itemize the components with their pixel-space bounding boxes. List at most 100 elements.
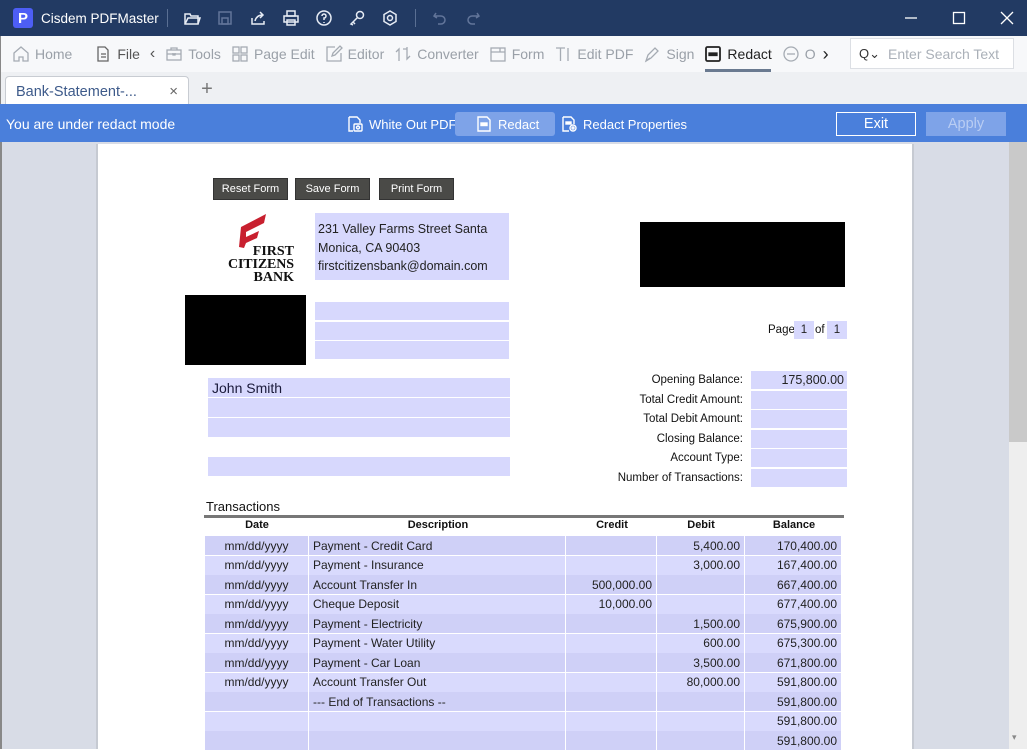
open-folder-icon[interactable] — [176, 0, 209, 36]
close-window-button[interactable] — [984, 0, 1027, 36]
credit-cell[interactable] — [567, 692, 657, 711]
credit-cell[interactable] — [567, 614, 657, 633]
share-icon[interactable] — [242, 0, 275, 36]
date-cell[interactable]: mm/dd/yyyy — [205, 536, 309, 555]
apply-button[interactable]: Apply — [926, 112, 1006, 136]
description-cell[interactable]: Payment - Water Utility — [310, 633, 566, 653]
credit-cell[interactable] — [567, 633, 657, 653]
reset-form-button[interactable]: Reset Form — [213, 178, 288, 200]
page-total-field[interactable]: 1 — [827, 321, 847, 339]
debit-cell[interactable]: 1,500.00 — [657, 614, 745, 633]
description-cell[interactable]: Payment - Electricity — [310, 614, 566, 633]
balance-cell[interactable]: 591,800.00 — [746, 711, 842, 731]
balance-cell[interactable]: 167,400.00 — [746, 555, 842, 575]
credit-cell[interactable] — [567, 555, 657, 575]
description-cell[interactable]: Account Transfer Out — [310, 672, 566, 692]
redact-button[interactable]: Redact — [455, 112, 555, 136]
description-cell[interactable]: Payment - Car Loan — [310, 653, 566, 672]
form-field[interactable] — [315, 302, 509, 320]
toolbar-page-edit[interactable]: Page Edit — [226, 36, 320, 72]
credit-cell[interactable] — [567, 672, 657, 692]
toolbar-sign[interactable]: Sign — [638, 36, 699, 72]
debit-cell[interactable] — [657, 692, 745, 711]
date-cell[interactable] — [205, 711, 309, 731]
print-form-button[interactable]: Print Form — [379, 178, 454, 200]
debit-cell[interactable]: 80,000.00 — [657, 672, 745, 692]
toolbar-redact[interactable]: Redact — [699, 36, 776, 72]
scroll-down-icon[interactable]: ▾ — [1012, 732, 1017, 743]
toolbar-ocr[interactable]: O — [777, 36, 821, 72]
description-cell[interactable]: --- End of Transactions -- — [310, 692, 566, 711]
balance-cell[interactable]: 671,800.00 — [746, 653, 842, 672]
redaction-block[interactable] — [185, 295, 306, 365]
debit-cell[interactable]: 600.00 — [657, 633, 745, 653]
date-cell[interactable]: mm/dd/yyyy — [205, 653, 309, 672]
balance-cell[interactable]: 667,400.00 — [746, 575, 842, 594]
description-cell[interactable]: Cheque Deposit — [310, 594, 566, 614]
redo-icon[interactable] — [457, 0, 490, 36]
summary-value-field[interactable] — [751, 468, 847, 487]
scrollbar-thumb[interactable] — [1009, 142, 1027, 442]
debit-cell[interactable]: 5,400.00 — [657, 536, 745, 555]
new-tab-button[interactable]: + — [197, 78, 217, 101]
description-cell[interactable]: Account Transfer In — [310, 575, 566, 594]
customer-address-field[interactable] — [208, 398, 510, 417]
toolbar-form[interactable]: Form — [484, 36, 550, 72]
bank-address-field[interactable]: 231 Valley Farms Street Santa Monica, CA… — [315, 213, 509, 280]
toolbar-scroll-right[interactable]: › — [821, 36, 831, 72]
debit-cell[interactable]: 3,500.00 — [657, 653, 745, 672]
exit-button[interactable]: Exit — [836, 112, 916, 136]
form-field[interactable] — [315, 322, 509, 340]
credit-cell[interactable]: 500,000.00 — [567, 575, 657, 594]
description-cell[interactable]: Payment - Credit Card — [310, 536, 566, 555]
credit-cell[interactable] — [567, 731, 657, 750]
toolbar-file[interactable]: File — [89, 36, 145, 72]
toolbar-edit-pdf[interactable]: Edit PDF — [549, 36, 638, 72]
balance-cell[interactable]: 677,400.00 — [746, 594, 842, 614]
credit-cell[interactable] — [567, 653, 657, 672]
date-cell[interactable]: mm/dd/yyyy — [205, 614, 309, 633]
balance-cell[interactable]: 591,800.00 — [746, 672, 842, 692]
description-cell[interactable]: Payment - Insurance — [310, 555, 566, 575]
toolbar-tools[interactable]: Tools — [160, 36, 226, 72]
credit-cell[interactable]: 10,000.00 — [567, 594, 657, 614]
search-box[interactable]: Q⌄ — [850, 38, 1014, 69]
balance-cell[interactable]: 170,400.00 — [746, 536, 842, 555]
toolbar-editor[interactable]: Editor — [320, 36, 390, 72]
credit-cell[interactable] — [567, 711, 657, 731]
save-icon[interactable] — [209, 0, 242, 36]
search-input[interactable] — [888, 45, 1009, 62]
debit-cell[interactable]: 3,000.00 — [657, 555, 745, 575]
debit-cell[interactable] — [657, 575, 745, 594]
debit-cell[interactable] — [657, 711, 745, 731]
key-icon[interactable] — [341, 0, 374, 36]
white-out-button[interactable]: White Out PDF — [346, 112, 456, 136]
help-icon[interactable] — [308, 0, 341, 36]
date-cell[interactable] — [205, 692, 309, 711]
date-cell[interactable] — [205, 731, 309, 750]
balance-cell[interactable]: 591,800.00 — [746, 731, 842, 750]
undo-icon[interactable] — [424, 0, 457, 36]
summary-value-field[interactable] — [751, 429, 847, 448]
description-cell[interactable] — [310, 711, 566, 731]
summary-value-field[interactable]: 175,800.00 — [751, 371, 847, 389]
customer-address-field[interactable] — [208, 418, 510, 437]
balance-cell[interactable]: 675,900.00 — [746, 614, 842, 633]
date-cell[interactable]: mm/dd/yyyy — [205, 594, 309, 614]
form-field[interactable] — [315, 341, 509, 359]
balance-cell[interactable]: 591,800.00 — [746, 692, 842, 711]
tab-document[interactable]: Bank-Statement-... × — [5, 76, 189, 106]
date-cell[interactable]: mm/dd/yyyy — [205, 672, 309, 692]
date-cell[interactable]: mm/dd/yyyy — [205, 575, 309, 594]
debit-cell[interactable] — [657, 594, 745, 614]
toolbar-home[interactable]: Home — [7, 36, 77, 72]
redaction-block[interactable] — [640, 222, 845, 287]
summary-value-field[interactable] — [751, 449, 847, 467]
toolbar-scroll-left[interactable]: ‹ — [145, 36, 160, 72]
save-form-button[interactable]: Save Form — [295, 178, 370, 200]
page-current-field[interactable]: 1 — [794, 321, 814, 339]
balance-cell[interactable]: 675,300.00 — [746, 633, 842, 653]
close-tab-icon[interactable]: × — [169, 83, 178, 100]
date-cell[interactable]: mm/dd/yyyy — [205, 555, 309, 575]
debit-cell[interactable] — [657, 731, 745, 750]
